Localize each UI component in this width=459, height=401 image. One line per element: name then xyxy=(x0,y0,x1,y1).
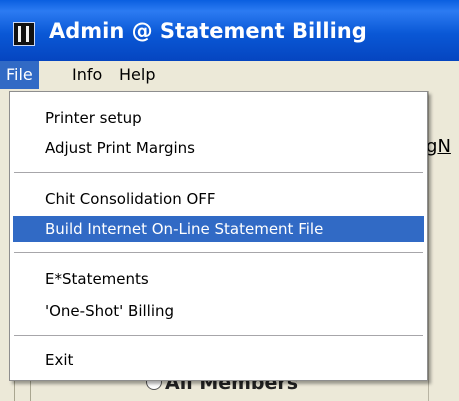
menu-file[interactable]: File xyxy=(0,61,39,89)
menu-item-adjust-print-margins[interactable]: Adjust Print Margins xyxy=(13,135,424,161)
menu-separator xyxy=(14,252,423,254)
menu-bar: File Info Help xyxy=(0,61,459,91)
menu-separator xyxy=(14,172,423,174)
menu-info[interactable]: Info xyxy=(66,61,108,89)
menu-item-estatements[interactable]: E*Statements xyxy=(13,266,424,292)
app-icon[interactable] xyxy=(13,22,35,46)
menu-help[interactable]: Help xyxy=(113,61,161,89)
menu-item-chit-consolidation[interactable]: Chit Consolidation OFF xyxy=(13,186,424,212)
menu-separator xyxy=(14,335,423,337)
menu-item-printer-setup[interactable]: Printer setup xyxy=(13,105,424,131)
background-peek-text: gN xyxy=(426,136,451,157)
menu-item-one-shot-billing[interactable]: 'One-Shot' Billing xyxy=(13,298,424,324)
menu-item-exit[interactable]: Exit xyxy=(13,347,424,373)
window-title: Admin @ Statement Billing xyxy=(49,19,367,43)
menu-item-build-internet-statement-file[interactable]: Build Internet On-Line Statement File xyxy=(13,216,424,242)
file-menu-dropdown: Printer setup Adjust Print Margins Chit … xyxy=(9,91,428,381)
title-bar: Admin @ Statement Billing xyxy=(0,0,459,61)
